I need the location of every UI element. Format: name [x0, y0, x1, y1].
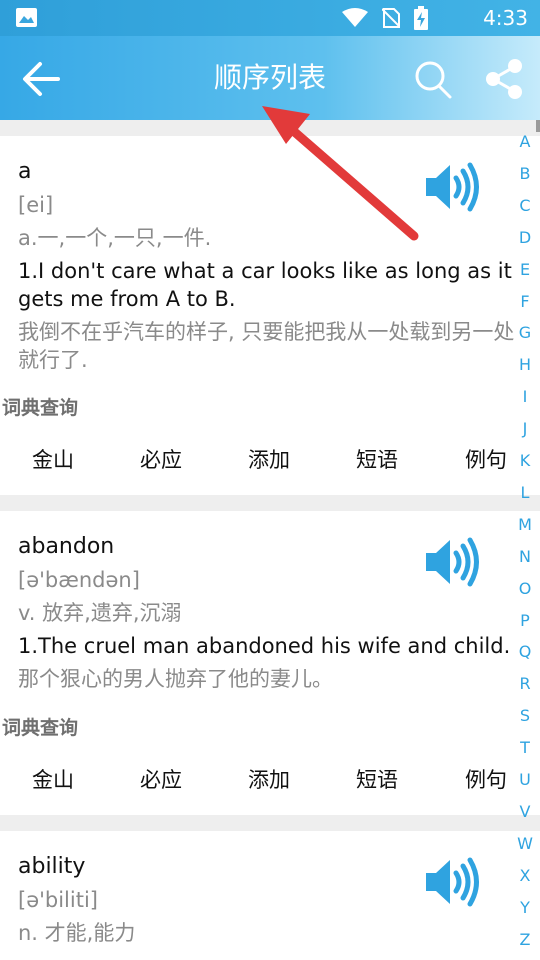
share-icon[interactable]	[484, 58, 524, 100]
link-jinshan[interactable]: 金山	[32, 760, 74, 800]
dictionary-lookup-label: 词典查询	[2, 397, 79, 419]
status-bar: 4:33	[0, 0, 540, 36]
alphabet-letter-k[interactable]: K	[510, 451, 540, 471]
alphabet-letter-m[interactable]: M	[510, 515, 540, 535]
definition: n. 才能,能力	[18, 921, 136, 945]
phonetic: [ei]	[18, 193, 54, 217]
list-item[interactable]: abandon [ə'bændən] v. 放弃,遗弃,沉溺 1.The cru…	[0, 511, 540, 815]
alphabet-letter-x[interactable]: X	[510, 866, 540, 886]
alphabet-letter-f[interactable]: F	[510, 292, 540, 312]
link-jinshan[interactable]: 金山	[32, 440, 74, 480]
alphabet-letter-s[interactable]: S	[510, 706, 540, 726]
alphabet-letter-p[interactable]: P	[510, 611, 540, 631]
battery-charging-icon	[414, 6, 428, 30]
alphabet-letter-e[interactable]: E	[510, 260, 540, 280]
link-add[interactable]: 添加	[248, 760, 290, 800]
alphabet-letter-n[interactable]: N	[510, 547, 540, 567]
link-phrases[interactable]: 短语	[356, 440, 398, 480]
alphabet-letter-b[interactable]: B	[510, 164, 540, 184]
definition: v. 放弃,遗弃,沉溺	[18, 601, 182, 625]
alphabet-letter-j[interactable]: J	[510, 419, 540, 439]
link-bing[interactable]: 必应	[140, 440, 182, 480]
link-phrases[interactable]: 短语	[356, 760, 398, 800]
example-english: 1.I don't care what a car looks like as …	[18, 259, 512, 311]
word: abandon	[18, 534, 115, 559]
speaker-icon[interactable]	[424, 537, 480, 587]
alphabet-letter-i[interactable]: I	[510, 387, 540, 407]
phonetic: [ə'bændən]	[18, 568, 140, 592]
alphabet-letter-d[interactable]: D	[510, 228, 540, 248]
alphabet-letter-c[interactable]: C	[510, 196, 540, 216]
link-bing[interactable]: 必应	[140, 760, 182, 800]
alphabet-letter-w[interactable]: W	[510, 834, 540, 854]
word: a	[18, 159, 32, 184]
phonetic: [ə'biliti]	[18, 888, 98, 912]
example-chinese: 那个狠心的男人抛弃了他的妻儿。	[18, 667, 333, 691]
app-bar: 顺序列表	[0, 36, 540, 120]
no-sim-icon	[382, 8, 400, 28]
link-examples[interactable]: 例句	[465, 760, 507, 800]
alphabet-letter-o[interactable]: O	[510, 579, 540, 599]
list-item[interactable]: a [ei] a.一,一个,一只,一件. 1.I don't care what…	[0, 136, 540, 495]
link-add[interactable]: 添加	[248, 440, 290, 480]
speaker-icon[interactable]	[424, 162, 480, 212]
alphabet-letter-y[interactable]: Y	[510, 898, 540, 918]
dictionary-links: 金山 必应 添加 短语 例句	[0, 760, 540, 800]
dictionary-links: 金山 必应 添加 短语 例句	[0, 440, 540, 480]
word-list: a [ei] a.一,一个,一只,一件. 1.I don't care what…	[0, 136, 540, 960]
alphabet-letter-z[interactable]: Z	[510, 930, 540, 950]
link-examples[interactable]: 例句	[465, 440, 507, 480]
dictionary-lookup-label: 词典查询	[2, 717, 79, 739]
example-chinese: 我倒不在乎汽车的样子, 只要能把我从一处载到另一处就行了.	[18, 320, 515, 372]
definition: a.一,一个,一只,一件.	[18, 226, 212, 250]
page-title: 顺序列表	[213, 61, 326, 94]
alphabet-letter-a[interactable]: A	[510, 132, 540, 152]
alphabet-letter-v[interactable]: V	[510, 802, 540, 822]
alphabet-letter-g[interactable]: G	[510, 323, 540, 343]
alphabet-letter-u[interactable]: U	[510, 770, 540, 790]
search-icon[interactable]	[412, 58, 454, 100]
clock: 4:33	[483, 6, 528, 30]
list-item[interactable]: ability [ə'biliti] n. 才能,能力	[0, 831, 540, 960]
alphabet-letter-l[interactable]: L	[510, 483, 540, 503]
word: ability	[18, 854, 86, 879]
alphabet-letter-r[interactable]: R	[510, 674, 540, 694]
alphabet-letter-q[interactable]: Q	[510, 642, 540, 662]
wifi-icon	[342, 8, 368, 27]
alphabet-letter-t[interactable]: T	[510, 738, 540, 758]
scrollbar[interactable]	[536, 120, 540, 132]
example-english: 1.The cruel man abandoned his wife and c…	[18, 634, 511, 658]
image-icon	[16, 8, 37, 27]
speaker-icon[interactable]	[424, 857, 480, 907]
alphabet-letter-h[interactable]: H	[510, 355, 540, 375]
